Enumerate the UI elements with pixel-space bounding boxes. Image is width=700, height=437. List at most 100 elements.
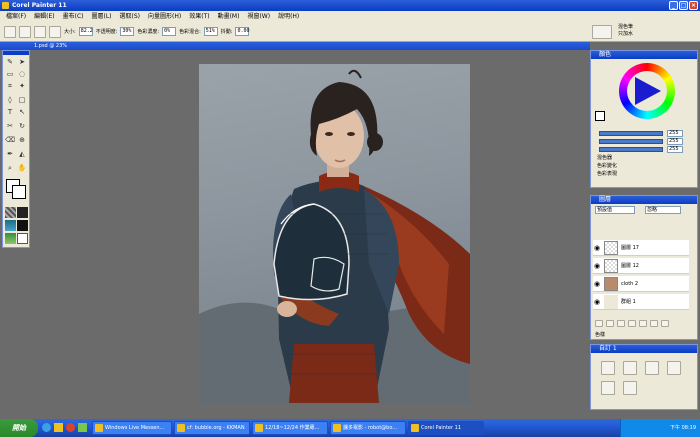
stroke-type-button[interactable] [49, 25, 61, 38]
weave-selector-icon[interactable] [17, 233, 28, 244]
layer-command-icon[interactable] [628, 320, 636, 327]
primary-color-swatch[interactable] [12, 185, 26, 199]
layer-row[interactable]: ◉ 圖層 17 [593, 240, 689, 256]
taskbar-item[interactable]: 課多電影 - robot@bo... [330, 421, 406, 435]
clone-icon[interactable]: ⊕ [17, 135, 27, 145]
look-selector-icon[interactable] [5, 233, 16, 244]
nozzle-selector-icon[interactable] [17, 220, 28, 231]
layer-command-icon[interactable] [595, 320, 603, 327]
layer-command-icon[interactable] [617, 320, 625, 327]
pattern-selector-icon[interactable] [17, 207, 28, 218]
magnify-icon[interactable]: ⌕ [5, 163, 15, 173]
blue-slider[interactable] [599, 147, 663, 152]
brush-category-label[interactable]: 混色筆 [618, 24, 633, 31]
selection-icon[interactable]: ▭ [5, 69, 15, 79]
main-color-swatch[interactable] [595, 111, 605, 121]
menu-shapes[interactable]: 向量圖形(H) [144, 11, 185, 22]
painting-canvas[interactable] [199, 64, 470, 403]
desktop-icon[interactable] [78, 423, 87, 432]
brush-preset-icon[interactable] [601, 381, 615, 395]
color-triangle[interactable] [633, 75, 663, 107]
minimize-button[interactable]: _ [669, 1, 678, 10]
group-expand-icon[interactable] [604, 295, 618, 309]
menu-effects[interactable]: 效果(T) [185, 11, 213, 22]
menu-window[interactable]: 視窗(W) [243, 11, 274, 22]
eye-icon[interactable]: ◉ [594, 243, 602, 253]
color-expression-section[interactable]: 色彩表現 [597, 171, 617, 178]
composite-depth-select[interactable]: 忽略 [645, 206, 681, 214]
menu-canvas[interactable]: 畫布(C) [59, 11, 88, 22]
red-value[interactable]: 255 [667, 130, 683, 137]
eye-icon[interactable]: ◉ [594, 261, 602, 271]
size-field[interactable]: 82.2 [78, 27, 93, 36]
rotate-icon[interactable]: ↻ [17, 121, 27, 131]
blue-value[interactable]: 255 [667, 146, 683, 153]
magic-wand-icon[interactable]: ✦ [17, 81, 27, 91]
layer-command-icon[interactable] [650, 320, 658, 327]
opacity-field[interactable]: 30% [120, 27, 135, 36]
jitter-field[interactable]: 0.00 [235, 27, 249, 36]
toolbox: ✎ ➤ ▭ ◌ ⌗ ✦ ◊ □ T ↖ ✂ ↻ ⌫ ⊕ ✒ ◭ ⌕ ✋ [2, 50, 30, 248]
menu-movie[interactable]: 動畫(M) [214, 11, 244, 22]
menu-select[interactable]: 選取(S) [116, 11, 145, 22]
taskbar-item[interactable]: Windows Live Messen... [92, 421, 172, 435]
text-icon[interactable]: T [5, 107, 15, 117]
menu-edit[interactable]: 編輯(E) [30, 11, 58, 22]
menu-help[interactable]: 說明(H) [274, 11, 303, 22]
rect-shape-icon[interactable]: □ [17, 95, 27, 105]
close-button[interactable]: × [689, 1, 698, 10]
scissors-icon[interactable]: ✂ [5, 121, 15, 131]
menu-file[interactable]: 檔案(F) [2, 11, 30, 22]
eraser-icon[interactable]: ⌫ [5, 135, 15, 145]
dropper-icon[interactable]: ✒ [5, 149, 15, 159]
blend-field[interactable]: 51% [203, 27, 218, 36]
composite-method-select[interactable]: 預設值 [595, 206, 635, 214]
taskbar-item[interactable]: cf: bubble.org - KKMAN [174, 421, 250, 435]
start-button[interactable]: 開始 [0, 419, 38, 437]
gradient-selector-icon[interactable] [5, 220, 16, 231]
crop-icon[interactable]: ⌗ [5, 81, 15, 91]
green-slider[interactable] [599, 139, 663, 144]
brush-variant-label[interactable]: 只加水 [618, 31, 633, 38]
lasso-icon[interactable]: ◌ [17, 69, 27, 79]
mixer-section[interactable]: 混色器 [597, 155, 612, 162]
trash-icon[interactable] [661, 320, 669, 327]
hand-icon[interactable]: ✋ [17, 163, 27, 173]
eye-icon[interactable]: ◉ [594, 297, 602, 307]
reset-tool-button[interactable] [4, 25, 16, 38]
eye-icon[interactable]: ◉ [594, 279, 602, 289]
green-value[interactable]: 255 [667, 138, 683, 145]
layer-row[interactable]: ◉ 圖層 12 [593, 258, 689, 274]
color-density-field[interactable]: 0% [162, 27, 177, 36]
dab-type-button[interactable] [19, 25, 31, 38]
layer-adjuster-icon[interactable]: ➤ [17, 57, 27, 67]
bucket-icon[interactable]: ◭ [17, 149, 27, 159]
ie-icon[interactable] [42, 423, 51, 432]
pen-icon[interactable]: ✎ [5, 57, 15, 67]
menu-layers[interactable]: 圖層(L) [88, 11, 116, 22]
clock[interactable]: 下午 08:19 [670, 425, 696, 431]
swatches-section[interactable]: 色樣 [595, 331, 605, 338]
folder-icon[interactable] [54, 423, 63, 432]
paper-selector-icon[interactable] [5, 207, 16, 218]
taskbar-item[interactable]: 12/18~12/24 作業專... [252, 421, 328, 435]
layer-command-icon[interactable] [639, 320, 647, 327]
color-wheel-icon[interactable] [619, 63, 675, 119]
layer-row[interactable]: ◉ 群組 1 [593, 294, 689, 310]
layer-command-icon[interactable] [606, 320, 614, 327]
layer-row[interactable]: ◉ cloth 2 [593, 276, 689, 292]
brush-preset-icon[interactable] [623, 381, 637, 395]
brush-preset-icon[interactable] [667, 361, 681, 375]
brush-preset-icon[interactable] [623, 361, 637, 375]
pen-shape-icon[interactable]: ◊ [5, 95, 15, 105]
maximize-button[interactable]: □ [679, 1, 688, 10]
red-slider[interactable] [599, 131, 663, 136]
media-icon[interactable] [66, 423, 75, 432]
brush-category-button[interactable] [592, 25, 612, 39]
taskbar-item-active[interactable]: Corel Painter 11 [408, 421, 484, 435]
brush-preset-icon[interactable] [645, 361, 659, 375]
color-variability-section[interactable]: 色彩變化 [597, 163, 617, 170]
brush-preset-icon[interactable] [601, 361, 615, 375]
shape-select-icon[interactable]: ↖ [17, 107, 27, 117]
brush-ghost-button[interactable] [34, 25, 46, 38]
